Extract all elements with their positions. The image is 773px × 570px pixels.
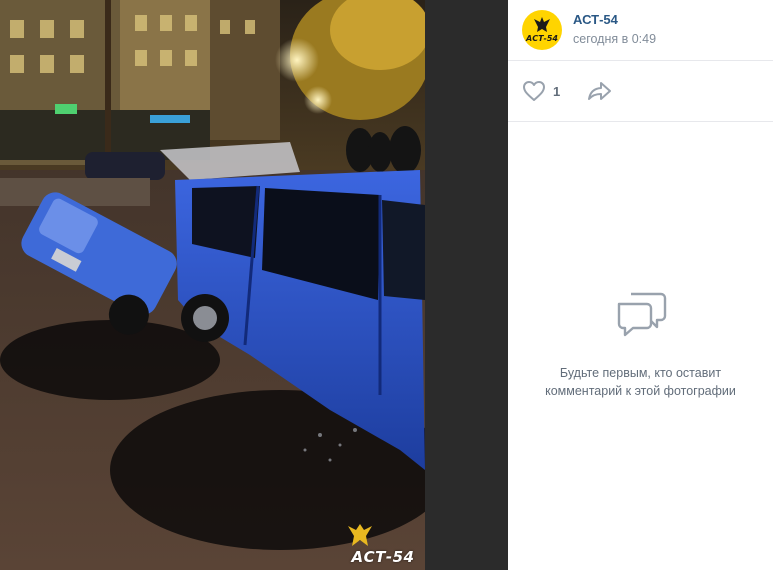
post-photo[interactable]: АСТ-54 xyxy=(0,0,425,570)
comments-empty-state: Будьте первым, кто оставит комментарий к… xyxy=(508,290,773,400)
viewer-gap xyxy=(425,0,508,570)
share-button[interactable] xyxy=(587,79,613,103)
avatar-text: АСТ-54 xyxy=(525,34,558,43)
comments-empty-line1: Будьте первым, кто оставит xyxy=(559,366,722,380)
photo-watermark: АСТ-54 xyxy=(346,522,420,566)
like-button[interactable]: 1 xyxy=(522,79,560,103)
watermark-bird-icon xyxy=(348,524,372,546)
post-actions: 1 xyxy=(508,61,773,122)
author-name[interactable]: АСТ-54 xyxy=(573,12,618,27)
post-header: АСТ-54 АСТ-54 сегодня в 0:49 xyxy=(508,0,773,61)
like-count: 1 xyxy=(553,83,561,99)
heart-icon xyxy=(523,81,545,101)
comments-empty-text: Будьте первым, кто оставит комментарий к… xyxy=(508,364,773,400)
photo-side-panel: АСТ-54 АСТ-54 сегодня в 0:49 1 Будьте пе… xyxy=(508,0,773,570)
avatar[interactable]: АСТ-54 xyxy=(522,10,562,50)
watermark-text: АСТ-54 xyxy=(351,548,415,566)
comments-empty-line2: комментарий к этой фотографии xyxy=(545,384,736,398)
avatar-logo-icon: АСТ-54 xyxy=(525,17,558,43)
comments-icon xyxy=(617,292,666,337)
accident-photo-illustration xyxy=(0,0,425,570)
post-date[interactable]: сегодня в 0:49 xyxy=(573,32,656,46)
share-arrow-icon xyxy=(588,82,611,100)
